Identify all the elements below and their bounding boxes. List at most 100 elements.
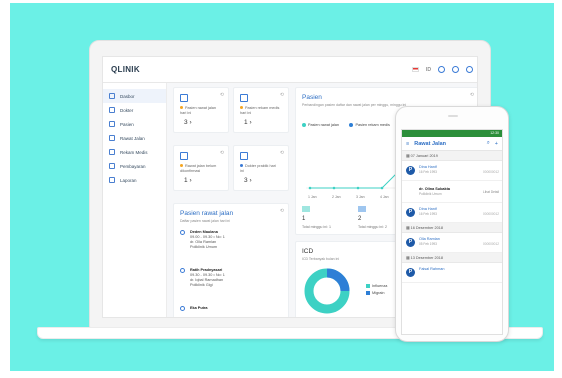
phone-status-bar: 12:30 (402, 130, 502, 137)
outpatient-icon (180, 152, 188, 160)
stat-label: Pasien rekam medis hari ini (240, 106, 280, 115)
stat-label: Pasien rawat jalan hari ini (180, 106, 217, 115)
record-number: 000000012 (483, 242, 499, 246)
sidebar-item-label: Pasien (120, 121, 134, 127)
list-item[interactable]: P Faisal Rahman (402, 263, 502, 283)
data-point (380, 186, 384, 190)
list-item[interactable]: P Dina Hanif 16 Feb 1993 000000012 (402, 203, 502, 223)
clock-icon (180, 306, 185, 311)
sidebar-item-rawat-jalan[interactable]: Rawat Jalan (103, 131, 166, 145)
stat-value: 3 (184, 119, 188, 126)
medical-record-icon (109, 149, 115, 155)
date-label: 13 Desember 2018 (410, 256, 443, 260)
avatar: P (406, 208, 415, 217)
record-number: 000000012 (483, 212, 499, 216)
list-item-detail[interactable]: dr. Olina Subakta Poliklinik Umum Lihat … (402, 181, 502, 203)
card-title: Pasien rawat jalan (180, 210, 234, 217)
outpatient-icon (109, 135, 115, 141)
sidebar-item-label: Pembayaran (120, 163, 146, 169)
icd-donut-chart (304, 268, 350, 314)
sidebar-item-rekam-medis[interactable]: Rekam Medis (103, 145, 166, 159)
date-label: 16 Desember 2018 (410, 226, 443, 230)
add-icon[interactable]: + (495, 141, 498, 147)
search-icon[interactable]: ⌕ (487, 140, 490, 147)
detail-link[interactable]: Lihat Detail (483, 190, 499, 194)
sidebar-item-pasien[interactable]: Pasien (103, 117, 166, 131)
top-bar-actions: ID (412, 66, 473, 73)
summary-value: 2 (358, 216, 362, 222)
x-tick-label: 1 Jan (308, 195, 317, 199)
patient-name: Faisal Rahman (419, 267, 445, 271)
data-point (308, 186, 312, 190)
chevron-right-icon[interactable]: › (189, 119, 191, 126)
more-icon[interactable] (452, 66, 459, 73)
list-item[interactable]: Ratih Pradnyasari 09.30 - 09.30 • No: 1 … (180, 268, 282, 288)
doctor-icon (109, 107, 115, 113)
clinic-name: Poliklinik Umum (419, 192, 442, 196)
stat-card-rawat-jalan[interactable]: ⟲ Pasien rawat jalan hari ini 3 › (173, 87, 229, 133)
refresh-icon[interactable]: ⟲ (220, 92, 224, 98)
refresh-icon[interactable]: ⟲ (280, 150, 284, 156)
date-header: ▦ 07 Januari 2019 (402, 151, 502, 161)
record-number: 000000012 (483, 170, 499, 174)
refresh-icon[interactable]: ⟲ (280, 208, 284, 214)
outpatient-icon (180, 94, 188, 102)
sidebar-item-dasbor[interactable]: Dasbor (103, 89, 166, 103)
chevron-right-icon[interactable]: › (249, 119, 251, 126)
stat-card-rekam-medis[interactable]: ⟲ Pasien rekam medis hari ini 1 › (233, 87, 289, 133)
summary-label: Total minggu ini: 2 (358, 225, 387, 229)
user-icon[interactable] (466, 66, 473, 73)
refresh-icon[interactable]: ⟲ (220, 150, 224, 156)
x-tick-label: 4 Jan (380, 195, 389, 199)
card-title: ICD (302, 248, 314, 255)
stat-card-dokter-praktik[interactable]: ⟲ Dokter praktik hari ini 3 › (233, 145, 289, 191)
legend-label: Migrain (372, 291, 385, 295)
icd-legend: Influenza Migrain (366, 284, 393, 295)
list-item[interactable]: Deden Maulana 09.00 - 09.30 • No: 1 dr. … (180, 230, 282, 250)
sidebar-item-pembayaran[interactable]: Pembayaran (103, 159, 166, 173)
flag-icon[interactable] (412, 67, 419, 72)
data-point (332, 186, 336, 190)
refresh-icon[interactable]: ⟲ (470, 92, 474, 98)
stat-value: 3 (244, 177, 248, 184)
chevron-right-icon[interactable]: › (189, 177, 191, 184)
legend-label: Pasien rawat jalan (308, 123, 340, 127)
language-selector[interactable]: ID (426, 67, 431, 73)
stat-label: Dokter praktik hari ini (240, 164, 276, 173)
chevron-right-icon[interactable]: › (249, 177, 251, 184)
bell-icon[interactable] (438, 66, 445, 73)
list-item[interactable]: P Olla Ramlan 05 Feb 1993 000000012 (402, 233, 502, 253)
date-header: ▦ 13 Desember 2018 (402, 253, 502, 263)
phone-speaker (448, 115, 458, 117)
menu-icon[interactable]: ≡ (406, 141, 409, 147)
refresh-icon[interactable]: ⟲ (280, 92, 284, 98)
list-item[interactable]: Eka Putra (180, 306, 282, 311)
legend-swatch (302, 123, 306, 127)
x-tick-label: 3 Jan (356, 195, 365, 199)
card-title: Pasien (302, 94, 322, 101)
sidebar-item-dokter[interactable]: Dokter (103, 103, 166, 117)
legend-swatch (366, 291, 370, 295)
stat-card-belum-dikonfirmasi[interactable]: ⟲ Rawat jalan belum dikonfirmasi 1 › (173, 145, 229, 191)
patient-name: Eka Putra (190, 306, 208, 310)
sidebar-item-label: Rekam Medis (120, 149, 148, 155)
avatar: P (406, 166, 415, 175)
sidebar-item-label: Rawat Jalan (120, 135, 145, 141)
stat-value: 1 (244, 119, 248, 126)
phone-title: Rawat Jalan (414, 140, 447, 147)
medical-record-icon (240, 94, 248, 102)
clinic-name: Poliklinik Umum (190, 245, 218, 249)
report-icon (109, 177, 115, 183)
doctor-name: dr. Olina Subakta (419, 187, 451, 191)
list-item[interactable]: P Dina Hanif 16 Feb 1993 000000012 (402, 161, 502, 181)
sidebar-item-laporan[interactable]: Laporan (103, 173, 166, 187)
patient-dob: 05 Feb 1993 (419, 242, 437, 246)
avatar: P (406, 268, 415, 277)
patient-dob: 16 Feb 1993 (419, 170, 437, 174)
donut-slice-migrain (326, 268, 350, 292)
clock-icon (180, 230, 185, 235)
summary-value: 1 (302, 216, 306, 222)
patient-name: Dina Hanif (419, 165, 437, 169)
sidebar-item-label: Dasbor (120, 93, 135, 99)
sidebar-item-label: Laporan (120, 177, 137, 183)
